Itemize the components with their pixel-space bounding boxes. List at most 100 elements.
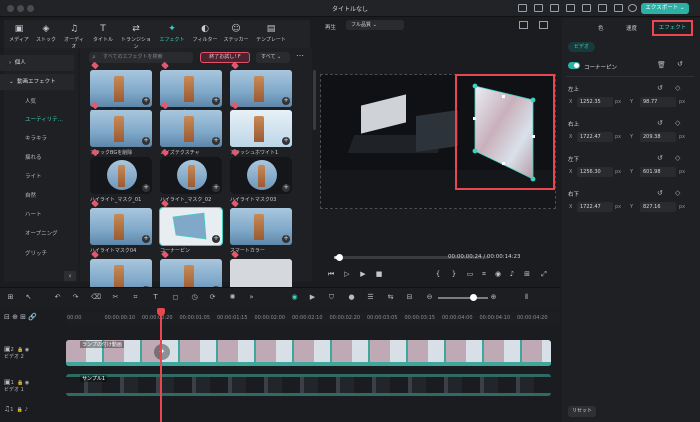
corner-x-input[interactable]: 1722.47 — [577, 132, 613, 142]
keyframe-icon[interactable]: ◇ — [675, 189, 680, 197]
playhead-handle[interactable] — [157, 308, 165, 316]
volume-icon[interactable]: ♪ — [508, 270, 516, 278]
free-trial-button[interactable]: 終了お試し! F — [200, 52, 250, 63]
more-options-icon[interactable]: ⋯ — [296, 51, 304, 60]
tab-speed[interactable]: 速度 — [626, 24, 637, 32]
sidebar-item-glitch[interactable]: グリッチ — [0, 246, 74, 262]
sidebar-item-utility[interactable]: ユーティリテ... — [0, 112, 74, 128]
sidebar-item-nature[interactable]: 自然 — [0, 188, 74, 204]
effect-toggle[interactable] — [568, 62, 580, 69]
timeline-clip-main[interactable]: サンプル1 — [66, 374, 551, 396]
sidebar-item-sparkle[interactable]: キラキラ — [0, 131, 74, 147]
speed-icon[interactable]: ◷ — [190, 293, 199, 302]
image-icon[interactable] — [539, 21, 548, 29]
play-loop-icon[interactable]: ▶ — [359, 270, 367, 278]
sidebar-item-light[interactable]: ライト — [0, 169, 74, 185]
corner-y-input[interactable]: 98.77 — [640, 97, 676, 107]
corner-y-input[interactable]: 601.98 — [640, 167, 676, 177]
add-effect-icon[interactable]: + — [142, 184, 150, 192]
corner-x-input[interactable]: 1252.35 — [577, 97, 613, 107]
tab-media[interactable]: ▣ メディア — [7, 24, 31, 43]
layout-grid-icon[interactable]: ⊞ — [6, 293, 15, 302]
layout-icon[interactable] — [582, 4, 591, 12]
more-tools-icon[interactable]: » — [247, 293, 256, 302]
timeline-playhead[interactable] — [160, 310, 162, 422]
zoom-in-icon[interactable]: ⊕ — [489, 293, 498, 302]
timeline-clip-overlay[interactable]: ランプの付け動画 ✦ — [66, 340, 551, 366]
fullscreen-icon[interactable]: ⤢ — [540, 270, 548, 278]
tab-transitions[interactable]: ⇄ トランジション — [119, 24, 153, 50]
add-effect-icon[interactable]: + — [282, 137, 290, 145]
delete-clip-icon[interactable]: ⌫ — [91, 293, 101, 302]
undo-icon[interactable]: ↶ — [53, 293, 62, 302]
reset-corner-icon[interactable]: ↺ — [657, 84, 663, 92]
keyframe-icon[interactable]: ◇ — [675, 119, 680, 127]
mark-in-icon[interactable]: { — [434, 270, 442, 278]
tab-color[interactable]: 色 — [598, 24, 604, 32]
sidebar-personal[interactable]: › 個人 — [0, 55, 74, 71]
quality-dropdown[interactable]: フル品質 ⌄ — [346, 20, 404, 30]
list-icon[interactable]: ☰ — [366, 293, 375, 302]
delete-icon[interactable]: 🗑 — [657, 61, 666, 69]
transition-clip-icon[interactable]: ⇆ — [386, 293, 395, 302]
crop-clip-icon[interactable]: ⌗ — [131, 293, 140, 302]
add-effect-icon[interactable]: + — [212, 184, 220, 192]
speaker-icon[interactable]: ♪ — [24, 407, 27, 413]
render-icon[interactable]: ◉ — [290, 293, 299, 302]
display-icon[interactable]: ▭ — [466, 270, 474, 278]
corner-y-input[interactable]: 209.38 — [640, 132, 676, 142]
sidebar-item-opening[interactable]: オープニング — [0, 226, 74, 242]
add-effect-icon[interactable]: + — [282, 235, 290, 243]
aspect-icon[interactable]: ⊞ — [523, 270, 531, 278]
zoom-slider[interactable] — [438, 297, 488, 299]
split-icon[interactable]: ✂ — [111, 293, 120, 302]
play-icon[interactable]: ▷ — [343, 270, 351, 278]
corner-x-input[interactable]: 1256.30 — [577, 167, 613, 177]
tab-stock[interactable]: ◈ ストック — [34, 24, 58, 43]
sidebar-item-popular[interactable]: 人気 — [0, 94, 74, 110]
download-icon[interactable] — [614, 4, 623, 12]
tab-effects[interactable]: ✦ エフェクト — [158, 24, 186, 43]
mark-out-icon[interactable]: } — [450, 270, 458, 278]
add-effect-icon[interactable]: + — [282, 184, 290, 192]
search-input[interactable]: すべてのエフェクトを検索 — [89, 52, 193, 63]
zoom-knob[interactable] — [470, 294, 477, 301]
headset-icon[interactable] — [566, 4, 575, 12]
mic-icon[interactable]: ● — [347, 293, 356, 302]
crop-icon[interactable]: ⌗ — [480, 270, 488, 278]
reset-button[interactable]: リセット — [568, 406, 596, 417]
stop-icon[interactable]: ■ — [375, 270, 383, 278]
ripple-icon[interactable]: ⊟ — [405, 293, 414, 302]
corner-y-input[interactable]: 827.16 — [640, 202, 676, 212]
reset-corner-icon[interactable]: ↺ — [657, 189, 663, 197]
collapse-sidebar-icon[interactable]: ‹ — [64, 271, 76, 281]
eye-icon[interactable]: ◉ — [25, 347, 29, 353]
crop-zoom-icon[interactable]: ◻ — [171, 293, 180, 302]
reset-effect-icon[interactable]: ↺ — [677, 60, 683, 68]
reset-corner-icon[interactable]: ↺ — [657, 154, 663, 162]
tab-templates[interactable]: ▤ テンプレート — [254, 24, 288, 43]
add-effect-icon[interactable]: + — [212, 137, 220, 145]
lock-icon[interactable]: 🔒 — [17, 380, 23, 386]
columns-icon[interactable]: ⦀ — [522, 293, 531, 302]
sidebar-item-heart[interactable]: ハート — [0, 207, 74, 223]
playhead-knob[interactable] — [336, 254, 343, 261]
camera-icon[interactable]: ◉ — [494, 270, 502, 278]
marker-icon[interactable]: ▶ — [308, 293, 317, 302]
lock-icon[interactable]: 🔒 — [17, 407, 23, 413]
corner-x-input[interactable]: 1722.47 — [577, 202, 613, 212]
previous-frame-icon[interactable]: ⏮ — [327, 270, 335, 278]
color-icon[interactable]: ✺ — [228, 293, 237, 302]
zoom-out-icon[interactable]: ⊖ — [425, 293, 434, 302]
video-chip[interactable]: ビデオ — [568, 42, 595, 52]
keyframe-icon[interactable]: ◇ — [675, 84, 680, 92]
tab-stickers[interactable]: ☺ ステッカー — [222, 24, 250, 43]
tab-effect[interactable]: エフェクト — [652, 20, 693, 36]
share-icon[interactable] — [518, 4, 527, 12]
add-effect-icon[interactable]: + — [142, 137, 150, 145]
gift-icon[interactable] — [550, 4, 559, 12]
filter-dropdown[interactable]: すべて ⌄ — [256, 52, 290, 63]
add-effect-icon[interactable]: + — [282, 97, 290, 105]
keyframe-icon[interactable]: ◇ — [675, 154, 680, 162]
add-effect-icon[interactable]: + — [142, 235, 150, 243]
